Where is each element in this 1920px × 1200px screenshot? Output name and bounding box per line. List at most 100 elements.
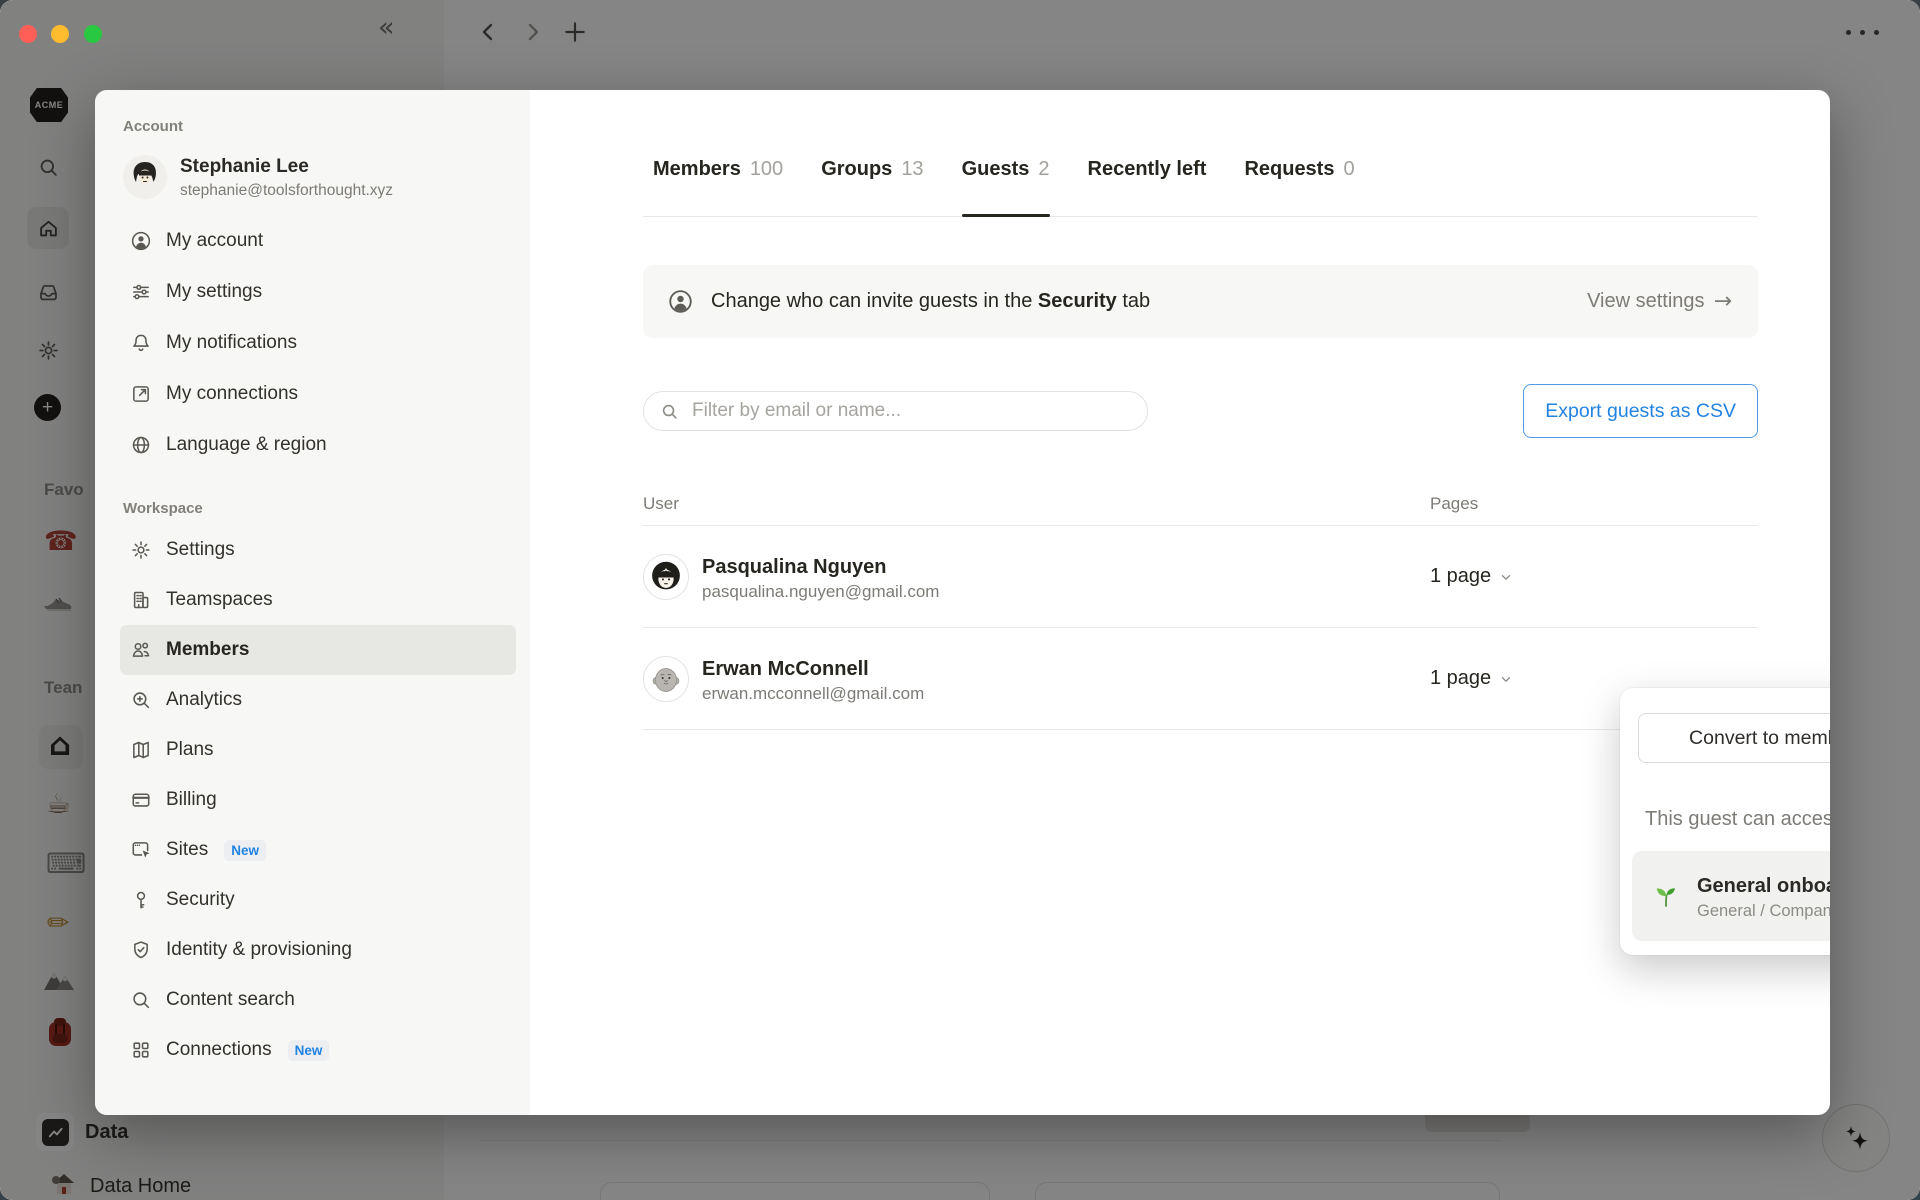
tab-count: 13 bbox=[901, 158, 924, 180]
page-path: General / Company Home bbox=[1697, 902, 1830, 920]
new-badge: New bbox=[224, 839, 267, 861]
guest-pages-dropdown[interactable]: 1 page bbox=[1430, 565, 1758, 588]
tab-label: Requests bbox=[1244, 158, 1335, 180]
sidebar-item-identity-provisioning[interactable]: Identity & provisioning bbox=[120, 925, 516, 975]
building-icon bbox=[130, 589, 152, 611]
sidebar-item-label: Content search bbox=[166, 989, 295, 1010]
column-header-pages: Pages bbox=[1430, 493, 1479, 513]
grid-icon bbox=[130, 1039, 152, 1061]
guest-pages-dropdown[interactable]: 1 page bbox=[1430, 667, 1758, 690]
sidebar-item-label: Connections bbox=[166, 1039, 272, 1060]
tab-label: Groups bbox=[821, 158, 893, 180]
invite-guests-banner: Change who can invite guests in the Secu… bbox=[643, 265, 1758, 338]
sidebar-item-billing[interactable]: Billing bbox=[120, 775, 516, 825]
export-guests-csv-button[interactable]: Export guests as CSV bbox=[1523, 384, 1758, 438]
sidebar-item-label: My connections bbox=[166, 382, 299, 404]
guest-name: Pasqualina Nguyen bbox=[702, 555, 887, 578]
guest-filter-input[interactable] bbox=[690, 399, 1131, 423]
tab-members[interactable]: Members 100 bbox=[653, 158, 783, 216]
arrow-right-icon: → bbox=[1713, 288, 1732, 314]
sliders-icon bbox=[130, 281, 152, 303]
settings-sidebar: Account Stephanie Lee stephanie@toolsfor… bbox=[95, 90, 530, 1115]
sidebar-item-connections[interactable]: Connections New bbox=[120, 1025, 516, 1075]
sidebar-item-label: Members bbox=[166, 639, 250, 660]
sidebar-item-my-notifications[interactable]: My notifications bbox=[120, 317, 516, 368]
sidebar-item-my-account[interactable]: My account bbox=[120, 215, 516, 266]
view-settings-link[interactable]: View settings → bbox=[1587, 290, 1732, 313]
guests-toolbar: Export guests as CSV bbox=[643, 384, 1758, 438]
guest-row[interactable]: Pasqualina Nguyen pasqualina.nguyen@gmai… bbox=[643, 526, 1758, 628]
guest-email: pasqualina.nguyen@gmail.com bbox=[702, 581, 940, 601]
chevron-down-icon bbox=[1501, 574, 1511, 580]
guest-email: erwan.mcconnell@gmail.com bbox=[702, 683, 925, 703]
sidebar-item-label: Teamspaces bbox=[166, 589, 273, 610]
credit-card-icon bbox=[130, 789, 152, 811]
shield-check-icon bbox=[130, 939, 152, 961]
sidebar-item-settings[interactable]: Settings bbox=[120, 525, 516, 575]
sidebar-item-analytics[interactable]: Analytics bbox=[120, 675, 516, 725]
tab-label: Recently left bbox=[1087, 158, 1207, 180]
tab-requests[interactable]: Requests 0 bbox=[1244, 158, 1354, 216]
workspace-section-header: Workspace bbox=[123, 500, 203, 517]
sidebar-item-label: Plans bbox=[166, 739, 214, 760]
tab-recently-left[interactable]: Recently left bbox=[1088, 158, 1207, 216]
sidebar-item-sites[interactable]: Sites New bbox=[120, 825, 516, 875]
sidebar-item-label: Security bbox=[166, 889, 235, 910]
zoom-window-button[interactable] bbox=[84, 25, 102, 43]
profile-email: stephanie@toolsforthought.xyz bbox=[180, 181, 394, 199]
minimize-window-button[interactable] bbox=[51, 25, 69, 43]
tab-label: Guests bbox=[961, 158, 1030, 180]
sidebar-item-label: My settings bbox=[166, 280, 263, 302]
desktop: ACME + Favo ☎ Tean ⌂ ☕ ⌨ ✏ Data Data Hom… bbox=[0, 0, 1920, 1200]
guest-actions-popover: Convert to member Remove This guest can … bbox=[1620, 688, 1830, 955]
guest-filter-field[interactable] bbox=[643, 391, 1148, 431]
sidebar-item-label: Sites bbox=[166, 839, 209, 860]
popover-caption: This guest can access this page: bbox=[1645, 808, 1830, 830]
tab-count: 0 bbox=[1343, 158, 1355, 180]
members-tabs: Members 100 Groups 13 Guests 2 Recently lef… bbox=[643, 158, 1758, 217]
pages-count: 1 page bbox=[1430, 565, 1492, 587]
sidebar-item-teamspaces[interactable]: Teamspaces bbox=[120, 575, 516, 625]
tab-guests[interactable]: Guests 2 bbox=[961, 158, 1050, 217]
avatar bbox=[123, 155, 167, 199]
sidebar-item-language-region[interactable]: Language & region bbox=[120, 419, 516, 470]
sidebar-item-label: Analytics bbox=[166, 689, 243, 710]
sidebar-item-content-search[interactable]: Content search bbox=[120, 975, 516, 1025]
seedling-icon bbox=[1656, 888, 1675, 907]
members-people-icon bbox=[130, 639, 152, 661]
sidebar-item-my-settings[interactable]: My settings bbox=[120, 266, 516, 317]
tab-count: 100 bbox=[749, 158, 784, 180]
pages-count: 1 page bbox=[1430, 667, 1492, 689]
gear-icon bbox=[130, 539, 152, 561]
chevron-down-icon bbox=[1501, 676, 1511, 682]
tab-count: 2 bbox=[1038, 158, 1050, 180]
close-window-button[interactable] bbox=[19, 25, 37, 43]
guest-row[interactable]: Erwan McConnell erwan.mcconnell@gmail.co… bbox=[643, 628, 1758, 730]
browser-cursor-icon bbox=[130, 839, 152, 861]
search-icon bbox=[662, 404, 677, 419]
sidebar-item-security[interactable]: Security bbox=[120, 875, 516, 925]
bell-icon bbox=[130, 332, 152, 354]
avatar bbox=[643, 553, 689, 600]
app-window: ACME + Favo ☎ Tean ⌂ ☕ ⌨ ✏ Data Data Hom… bbox=[0, 0, 1920, 1200]
sidebar-item-my-connections[interactable]: My connections bbox=[120, 368, 516, 419]
sidebar-item-label: Billing bbox=[166, 789, 217, 810]
globe-icon bbox=[130, 434, 152, 456]
banner-text: Change who can invite guests in the Secu… bbox=[711, 290, 1151, 312]
tab-label: Members bbox=[653, 158, 741, 180]
person-circle-icon bbox=[669, 290, 692, 313]
accessible-page-item[interactable]: General onboarding General / Company Hom… bbox=[1632, 851, 1830, 941]
account-profile[interactable]: Stephanie Lee stephanie@toolsforthought.… bbox=[123, 149, 516, 205]
tab-groups[interactable]: Groups 13 bbox=[821, 158, 923, 216]
sidebar-item-members[interactable]: Members bbox=[120, 625, 516, 675]
convert-to-member-button[interactable]: Convert to member bbox=[1638, 713, 1830, 763]
sidebar-item-label: Identity & provisioning bbox=[166, 939, 352, 960]
sidebar-item-label: My notifications bbox=[166, 331, 297, 353]
new-badge: New bbox=[287, 1039, 330, 1061]
profile-name: Stephanie Lee bbox=[180, 156, 309, 178]
magnifier-plus-icon bbox=[130, 689, 152, 711]
sidebar-item-label: Language & region bbox=[166, 433, 327, 455]
sidebar-item-plans[interactable]: Plans bbox=[120, 725, 516, 775]
map-icon bbox=[130, 739, 152, 761]
box-arrow-icon bbox=[130, 383, 152, 405]
